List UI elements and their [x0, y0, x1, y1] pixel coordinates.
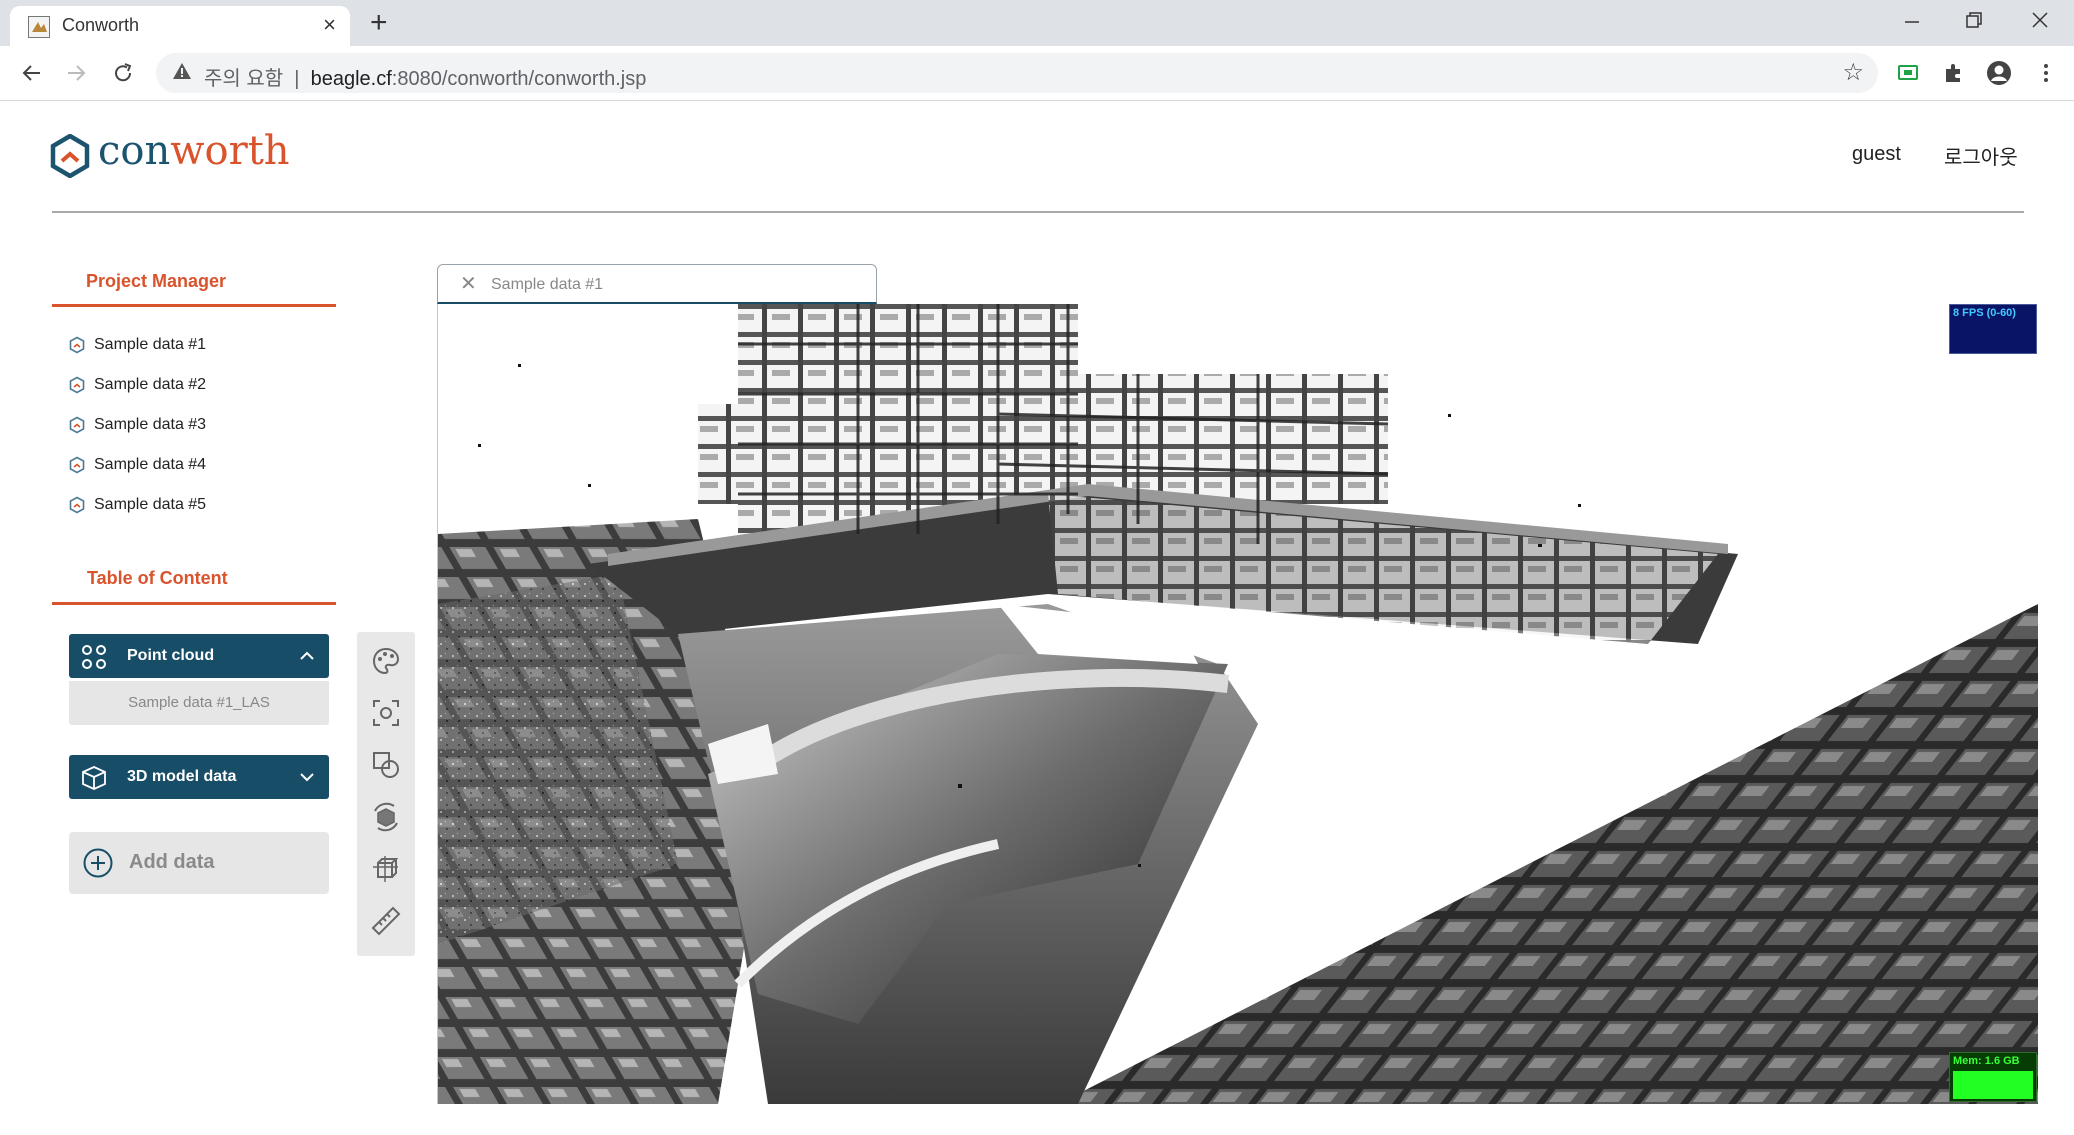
plus-circle-icon: [83, 848, 113, 878]
project-item-label: Sample data #3: [94, 416, 207, 433]
favicon-icon: [28, 16, 50, 38]
toc-title: Table of Content: [87, 568, 228, 588]
logo-mark-icon: [50, 134, 90, 178]
project-item-label: Sample data #5: [94, 496, 207, 513]
viewer-tab-close-icon[interactable]: ✕: [460, 271, 477, 296]
back-icon[interactable]: [20, 62, 42, 84]
url-omnibox[interactable]: 주의 요함 | beagle.cf:8080/conworth/conworth…: [156, 53, 1878, 93]
minimize-icon[interactable]: [1902, 12, 1922, 32]
viewer-tab-label: Sample data #1: [491, 276, 604, 293]
point-cloud-panel-body: Sample data #1_LAS: [69, 681, 329, 725]
project-icon: [69, 496, 85, 514]
close-icon[interactable]: [2030, 10, 2050, 30]
viewer-toolbar: [357, 632, 415, 956]
logo-text-con: con: [98, 128, 171, 174]
profile-icon[interactable]: [1986, 60, 2012, 86]
browser-tab-strip: Conworth × +: [0, 0, 2074, 46]
point-cloud-render: [438, 304, 2038, 1104]
memory-monitor: Mem: 1.6 GB: [1949, 1052, 2037, 1102]
memory-bar: [1953, 1071, 2033, 1099]
project-icon: [69, 336, 85, 354]
tab-title: Conworth: [62, 15, 140, 35]
chevron-down-icon[interactable]: [299, 769, 315, 785]
project-item-label: Sample data #1: [94, 336, 207, 353]
reload-icon[interactable]: [112, 62, 134, 84]
header-divider: [52, 211, 2024, 213]
project-item[interactable]: Sample data #1: [68, 333, 206, 373]
cube-icon: [82, 766, 106, 790]
url-text: 주의 요함 | beagle.cf:8080/conworth/conworth…: [204, 62, 646, 91]
project-item[interactable]: Sample data #3: [68, 413, 206, 453]
point-cloud-label: Point cloud: [127, 647, 215, 664]
point-cloud-panel-header[interactable]: Point cloud: [69, 634, 329, 678]
logout-link[interactable]: 로그아웃: [1944, 141, 2018, 170]
point-cloud-icon: [82, 645, 106, 669]
focus-icon[interactable]: [370, 697, 402, 729]
shapes-icon[interactable]: [370, 749, 402, 781]
project-icon: [69, 376, 85, 394]
security-label: 주의 요함: [204, 68, 284, 90]
rotate-cube-icon[interactable]: [370, 801, 402, 833]
palette-icon[interactable]: [370, 645, 402, 677]
project-item-label: Sample data #2: [94, 376, 207, 393]
memory-label: Mem: 1.6 GB: [1953, 1055, 2020, 1067]
logo-wordmark: conworth: [98, 128, 290, 174]
restore-icon[interactable]: [1964, 10, 1984, 30]
bounding-box-icon[interactable]: [370, 853, 402, 885]
extensions-puzzle-icon[interactable]: [1942, 61, 1966, 85]
warning-icon: [173, 63, 191, 79]
url-host: beagle.cf: [310, 68, 392, 90]
point-cloud-viewer[interactable]: [437, 304, 2038, 1104]
forward-icon[interactable]: [66, 62, 88, 84]
viewer-tab[interactable]: ✕ Sample data #1: [437, 264, 877, 304]
extension-screen-icon[interactable]: [1896, 61, 1920, 85]
url-divider: |: [288, 68, 311, 90]
project-item[interactable]: Sample data #4: [68, 453, 206, 493]
url-path: :8080/conworth/conworth.jsp: [391, 68, 647, 90]
project-manager-title: Project Manager: [86, 271, 227, 291]
user-name: guest: [1852, 143, 1901, 165]
bookmark-star-icon[interactable]: ☆: [1842, 58, 1864, 87]
model-3d-panel-header[interactable]: 3D model data: [69, 755, 329, 799]
add-data-label: Add data: [129, 851, 215, 873]
project-list: Sample data #1 Sample data #2 Sample data …: [68, 333, 206, 533]
fps-label: 8 FPS (0-60): [1953, 307, 2016, 319]
project-item[interactable]: Sample data #5: [68, 493, 206, 533]
project-item-label: Sample data #4: [94, 456, 207, 473]
tab-close-icon[interactable]: ×: [323, 12, 336, 38]
new-tab-button[interactable]: +: [370, 6, 388, 40]
chevron-up-icon[interactable]: [299, 648, 315, 664]
browser-menu-icon[interactable]: [2034, 61, 2058, 85]
toc-underline: [52, 602, 336, 605]
address-bar: 주의 요함 | beagle.cf:8080/conworth/conworth…: [0, 46, 2074, 101]
project-manager-underline: [52, 304, 336, 307]
browser-tab[interactable]: Conworth ×: [10, 6, 350, 46]
project-icon: [69, 456, 85, 474]
add-data-button[interactable]: Add data: [69, 832, 329, 894]
project-icon: [69, 416, 85, 434]
model-3d-label: 3D model data: [127, 768, 237, 785]
project-item[interactable]: Sample data #2: [68, 373, 206, 413]
point-cloud-item[interactable]: Sample data #1_LAS: [69, 694, 329, 711]
fps-monitor: 8 FPS (0-60): [1949, 304, 2037, 354]
logo-text-worth: worth: [170, 128, 290, 174]
ruler-icon[interactable]: [370, 905, 402, 937]
